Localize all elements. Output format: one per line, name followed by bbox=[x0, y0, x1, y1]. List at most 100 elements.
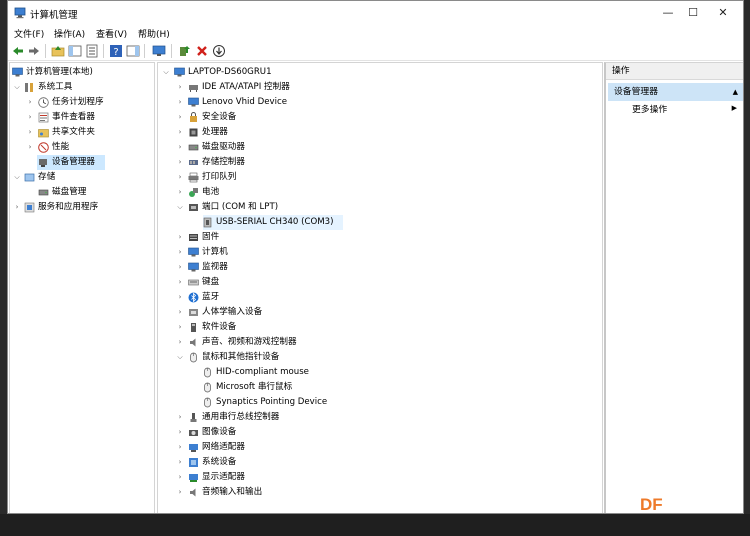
expand-arrow-icon[interactable]: › bbox=[26, 140, 34, 155]
menu-help[interactable]: 帮助(H) bbox=[138, 27, 170, 40]
device-category-row[interactable]: › 系统设备 bbox=[158, 455, 598, 470]
expand-arrow-icon[interactable]: › bbox=[176, 230, 184, 245]
device-category-row[interactable]: › 软件设备 bbox=[158, 320, 598, 335]
processor-icon bbox=[189, 128, 198, 137]
expand-arrow-icon[interactable]: › bbox=[176, 140, 184, 155]
device-category-row[interactable]: › 音频输入和输出 bbox=[158, 485, 598, 500]
submenu-arrow-icon[interactable]: ▶ bbox=[732, 104, 737, 112]
device-tree-root[interactable]: ⌵ LAPTOP-DS60GRU1 bbox=[158, 65, 598, 80]
tree-root-computer-management[interactable]: 计算机管理(本地) bbox=[10, 65, 154, 80]
uninstall-device-icon[interactable] bbox=[195, 44, 209, 58]
update-driver-icon[interactable] bbox=[178, 44, 192, 58]
close-button[interactable]: ✕ bbox=[706, 1, 740, 25]
disable-device-icon[interactable] bbox=[212, 44, 226, 58]
storage-controller-icon bbox=[189, 160, 198, 165]
properties-icon[interactable] bbox=[85, 44, 99, 58]
tree-item-services-and-applications[interactable]: › 服务和应用程序 bbox=[10, 200, 154, 215]
device-row[interactable]: Synaptics Pointing Device bbox=[158, 395, 598, 410]
maximize-button[interactable]: ☐ bbox=[676, 1, 710, 25]
device-category-row[interactable]: ⌵ 端口 (COM 和 LPT) bbox=[158, 200, 598, 215]
expand-arrow-icon[interactable]: › bbox=[176, 275, 184, 290]
device-row[interactable]: Microsoft 串行鼠标 bbox=[158, 380, 598, 395]
device-category-row[interactable]: › 处理器 bbox=[158, 125, 598, 140]
device-category-row[interactable]: ⌵ 鼠标和其他指针设备 bbox=[158, 350, 598, 365]
expand-arrow-icon[interactable]: › bbox=[13, 200, 21, 215]
expand-arrow-icon[interactable]: › bbox=[176, 320, 184, 335]
expand-arrow-icon[interactable]: › bbox=[176, 425, 184, 440]
device-category-row[interactable]: › 蓝牙 bbox=[158, 290, 598, 305]
device-row[interactable]: USB-SERIAL CH340 (COM3) bbox=[203, 215, 343, 230]
expand-arrow-icon[interactable]: › bbox=[176, 455, 184, 470]
help-icon[interactable]: ? bbox=[109, 44, 123, 58]
expand-arrow-icon[interactable]: › bbox=[176, 125, 184, 140]
device-category-row[interactable]: › 键盘 bbox=[158, 275, 598, 290]
back-arrow-icon[interactable] bbox=[11, 44, 25, 58]
device-category-row[interactable]: › 图像设备 bbox=[158, 425, 598, 440]
device-category-row[interactable]: › 存储控制器 bbox=[158, 155, 598, 170]
actions-section-label: 设备管理器 bbox=[614, 87, 658, 97]
menu-file[interactable]: 文件(F) bbox=[14, 27, 44, 40]
up-folder-icon[interactable] bbox=[51, 44, 65, 58]
device-category-row[interactable]: › 监视器 bbox=[158, 260, 598, 275]
tree-item-system-tools[interactable]: ⌵ 系统工具 bbox=[10, 80, 154, 95]
collapse-arrow-icon[interactable]: ⌵ bbox=[13, 170, 21, 185]
device-label: 声音、视频和游戏控制器 bbox=[202, 337, 297, 347]
title-bar[interactable]: 计算机管理 — ☐ ✕ bbox=[8, 1, 743, 25]
device-category-row[interactable]: › 电池 bbox=[158, 185, 598, 200]
expand-arrow-icon[interactable]: › bbox=[176, 170, 184, 185]
device-label: HID-compliant mouse bbox=[216, 367, 309, 377]
expand-arrow-icon[interactable]: › bbox=[176, 155, 184, 170]
collapse-triangle-icon[interactable]: ▲ bbox=[733, 83, 738, 101]
expand-arrow-icon[interactable]: › bbox=[176, 335, 184, 350]
tree-item-performance[interactable]: › 性能 bbox=[10, 140, 154, 155]
expand-arrow-icon[interactable]: › bbox=[26, 95, 34, 110]
more-actions-item[interactable]: 更多操作 bbox=[632, 103, 667, 118]
expand-arrow-icon[interactable]: › bbox=[176, 260, 184, 275]
menu-action[interactable]: 操作(A) bbox=[54, 27, 85, 40]
menu-view[interactable]: 查看(V) bbox=[96, 27, 127, 40]
action-pane-toggle-icon[interactable] bbox=[126, 44, 140, 58]
tree-item-device-manager[interactable]: 设备管理器 bbox=[37, 155, 105, 170]
device-category-row[interactable]: › 声音、视频和游戏控制器 bbox=[158, 335, 598, 350]
device-label: 固件 bbox=[202, 232, 220, 242]
expand-arrow-icon[interactable]: › bbox=[176, 290, 184, 305]
collapse-arrow-icon[interactable]: ⌵ bbox=[176, 350, 184, 365]
collapse-arrow-icon[interactable]: ⌵ bbox=[13, 80, 21, 95]
collapse-arrow-icon[interactable]: ⌵ bbox=[162, 65, 170, 80]
device-category-row[interactable]: › 通用串行总线控制器 bbox=[158, 410, 598, 425]
scan-hardware-icon[interactable] bbox=[152, 44, 166, 58]
device-category-row[interactable]: › 人体学输入设备 bbox=[158, 305, 598, 320]
tree-item-task-scheduler[interactable]: › 任务计划程序 bbox=[10, 95, 154, 110]
expand-arrow-icon[interactable]: › bbox=[176, 305, 184, 320]
device-category-row[interactable]: › 网络适配器 bbox=[158, 440, 598, 455]
device-category-row[interactable]: › 计算机 bbox=[158, 245, 598, 260]
expand-arrow-icon[interactable]: › bbox=[26, 125, 34, 140]
expand-arrow-icon[interactable]: › bbox=[176, 485, 184, 500]
expand-arrow-icon[interactable]: › bbox=[176, 470, 184, 485]
device-category-row[interactable]: › 安全设备 bbox=[158, 110, 598, 125]
expand-arrow-icon[interactable]: › bbox=[176, 410, 184, 425]
expand-arrow-icon[interactable]: › bbox=[176, 95, 184, 110]
device-category-row[interactable]: › 固件 bbox=[158, 230, 598, 245]
expand-arrow-icon[interactable]: › bbox=[176, 185, 184, 200]
device-category-row[interactable]: › 磁盘驱动器 bbox=[158, 140, 598, 155]
tree-item-event-viewer[interactable]: › 事件查看器 bbox=[10, 110, 154, 125]
device-category-row[interactable]: › 打印队列 bbox=[158, 170, 598, 185]
collapse-arrow-icon[interactable]: ⌵ bbox=[176, 200, 184, 215]
expand-arrow-icon[interactable]: › bbox=[176, 245, 184, 260]
show-hide-tree-icon[interactable] bbox=[68, 44, 82, 58]
expand-arrow-icon[interactable]: › bbox=[176, 110, 184, 125]
device-row[interactable]: HID-compliant mouse bbox=[158, 365, 598, 380]
tree-item-label: 系统工具 bbox=[38, 82, 73, 92]
forward-arrow-icon[interactable] bbox=[27, 44, 41, 58]
expand-arrow-icon[interactable]: › bbox=[176, 440, 184, 455]
tree-item-shared-folders[interactable]: › 共享文件夹 bbox=[10, 125, 154, 140]
actions-section-device-manager[interactable]: 设备管理器 ▲ bbox=[608, 83, 743, 101]
tree-item-disk-management[interactable]: 磁盘管理 bbox=[10, 185, 154, 200]
expand-arrow-icon[interactable]: › bbox=[26, 110, 34, 125]
tree-item-storage[interactable]: ⌵ 存储 bbox=[10, 170, 154, 185]
expand-arrow-icon[interactable]: › bbox=[176, 80, 184, 95]
device-category-row[interactable]: › Lenovo Vhid Device bbox=[158, 95, 598, 110]
device-category-row[interactable]: › IDE ATA/ATAPI 控制器 bbox=[158, 80, 598, 95]
device-category-row[interactable]: › 显示适配器 bbox=[158, 470, 598, 485]
